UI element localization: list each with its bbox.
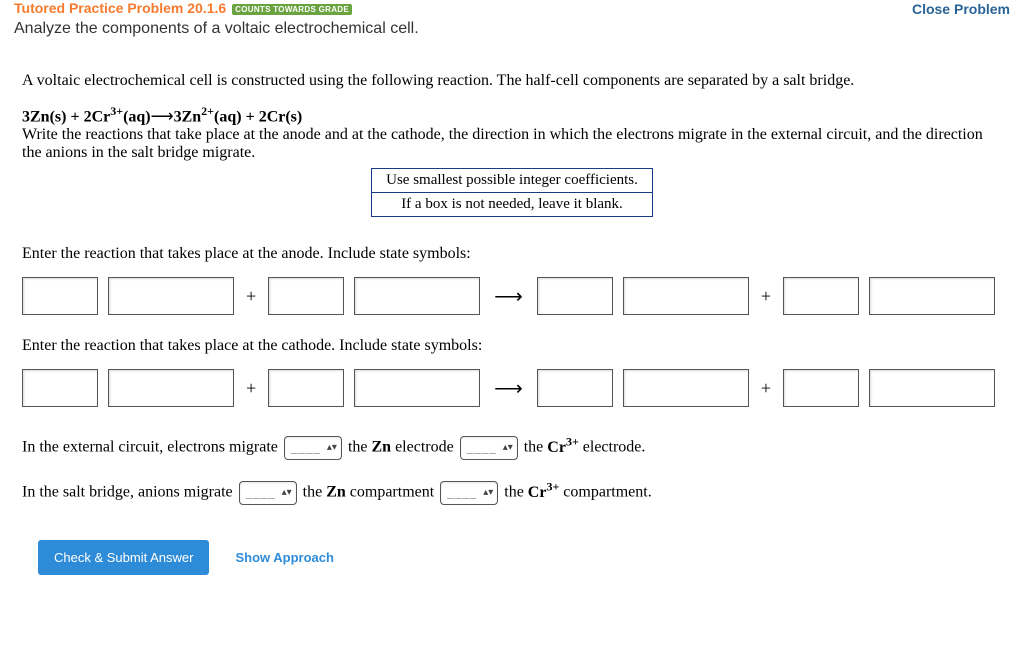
anode-coef-1[interactable] xyxy=(22,277,98,315)
anode-species-4[interactable] xyxy=(869,277,995,315)
chevron-updown-icon: ▴▾ xyxy=(503,443,513,453)
cathode-coef-3[interactable] xyxy=(537,369,613,407)
external-direction-1-select[interactable]: ____▴▾ xyxy=(284,436,342,460)
chevron-updown-icon: ▴▾ xyxy=(282,488,292,498)
overall-reaction: 3Zn(s) + 2Cr3+(aq)⟶3Zn2+(aq) + 2Cr(s) xyxy=(22,104,1002,126)
plus-sign: + xyxy=(244,286,258,307)
cathode-coef-2[interactable] xyxy=(268,369,344,407)
breadcrumb: Tutored Practice Problem 20.1.6 xyxy=(14,0,226,16)
grade-badge: COUNTS TOWARDS GRADE xyxy=(232,4,352,15)
plus-sign: + xyxy=(759,378,773,399)
instruction-text: Write the reactions that take place at t… xyxy=(22,126,1002,162)
hint-line-1: Use smallest possible integer coefficien… xyxy=(371,168,653,193)
cathode-species-1[interactable] xyxy=(108,369,234,407)
anode-coef-4[interactable] xyxy=(783,277,859,315)
page-title: Analyze the components of a voltaic elec… xyxy=(0,18,1024,48)
arrow-icon: ⟶ xyxy=(490,284,527,309)
anode-species-2[interactable] xyxy=(354,277,480,315)
show-approach-link[interactable]: Show Approach xyxy=(235,550,333,565)
salt-bridge-sentence: In the salt bridge, anions migrate ____▴… xyxy=(22,476,1002,507)
cathode-species-2[interactable] xyxy=(354,369,480,407)
anode-coef-3[interactable] xyxy=(537,277,613,315)
cathode-prompt: Enter the reaction that takes place at t… xyxy=(22,337,1002,355)
anode-species-3[interactable] xyxy=(623,277,749,315)
cathode-coef-1[interactable] xyxy=(22,369,98,407)
intro-text: A voltaic electrochemical cell is constr… xyxy=(22,72,1002,90)
plus-sign: + xyxy=(244,378,258,399)
salt-direction-1-select[interactable]: ____▴▾ xyxy=(239,481,297,505)
cathode-coef-4[interactable] xyxy=(783,369,859,407)
arrow-icon: ⟶ xyxy=(490,376,527,401)
chevron-updown-icon: ▴▾ xyxy=(327,443,337,453)
check-submit-button[interactable]: Check & Submit Answer xyxy=(38,540,209,575)
hint-line-2: If a box is not needed, leave it blank. xyxy=(371,193,653,217)
anode-coef-2[interactable] xyxy=(268,277,344,315)
cathode-species-3[interactable] xyxy=(623,369,749,407)
cathode-species-4[interactable] xyxy=(869,369,995,407)
anode-species-1[interactable] xyxy=(108,277,234,315)
plus-sign: + xyxy=(759,286,773,307)
external-circuit-sentence: In the external circuit, electrons migra… xyxy=(22,431,1002,462)
anode-prompt: Enter the reaction that takes place at t… xyxy=(22,245,1002,263)
cathode-equation-row: + ⟶ + xyxy=(22,369,1002,407)
hint-box: Use smallest possible integer coefficien… xyxy=(371,168,653,217)
close-problem-link[interactable]: Close Problem xyxy=(912,1,1010,17)
chevron-updown-icon: ▴▾ xyxy=(483,488,493,498)
external-direction-2-select[interactable]: ____▴▾ xyxy=(460,436,518,460)
salt-direction-2-select[interactable]: ____▴▾ xyxy=(440,481,498,505)
anode-equation-row: + ⟶ + xyxy=(22,277,1002,315)
